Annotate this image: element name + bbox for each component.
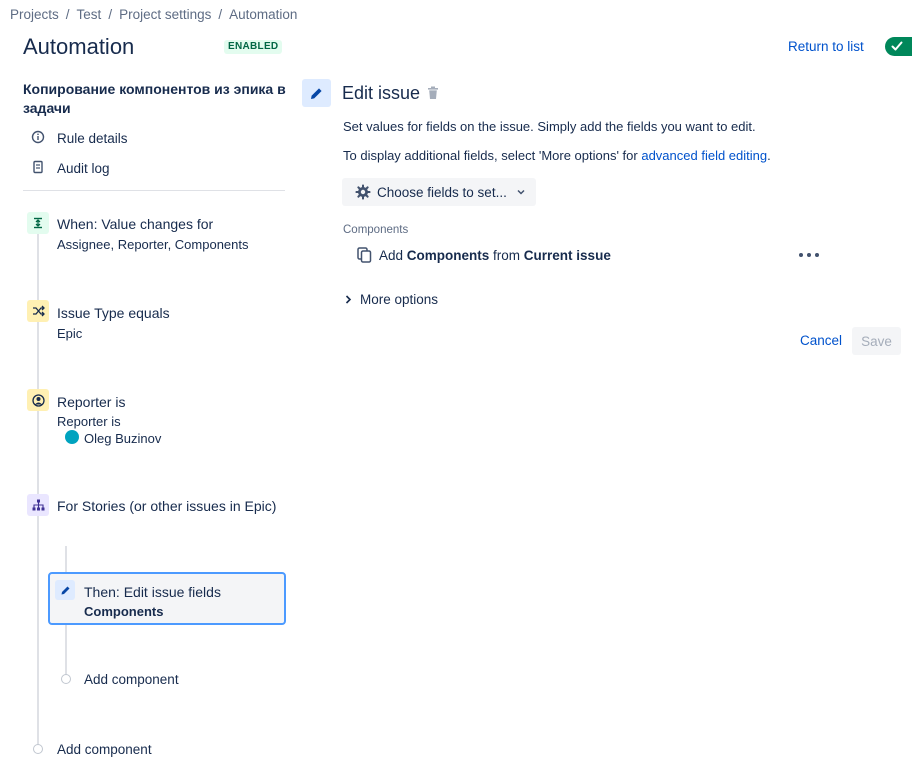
status-badge: ENABLED: [224, 40, 283, 54]
copy-icon: [357, 247, 372, 263]
components-field-value: Add Components from Current issue: [357, 247, 611, 263]
trigger-icon: [27, 212, 49, 234]
step-trigger-title[interactable]: When: Value changes for: [57, 216, 213, 232]
step-condition-reporter-user: Oleg Buzinov: [84, 431, 162, 446]
more-options-label: More options: [360, 292, 439, 307]
panel-description-advanced: To display additional fields, select 'Mo…: [343, 148, 771, 163]
sidebar-item-audit-log[interactable]: Audit log: [57, 161, 110, 176]
shuffle-icon: [27, 300, 49, 322]
panel-title: Edit issue: [342, 83, 421, 103]
comp-row-field: Components: [406, 247, 490, 263]
page-title: Automation: [23, 34, 135, 59]
choose-fields-button[interactable]: Choose fields to set...: [342, 178, 536, 206]
edit-issue-pencil-icon: [302, 79, 331, 107]
advanced-suffix: .: [767, 148, 771, 163]
more-options-toggle[interactable]: More options: [345, 292, 438, 307]
breadcrumb-project-settings[interactable]: Project settings: [119, 7, 211, 22]
breadcrumb-projects[interactable]: Projects: [10, 7, 59, 22]
chevron-right-icon: [345, 295, 352, 304]
breadcrumb-separator: /: [218, 7, 223, 22]
avatar: [65, 430, 79, 444]
comp-row-middle: from: [489, 247, 524, 263]
pencil-icon: [55, 580, 75, 600]
cancel-button[interactable]: Cancel: [796, 328, 846, 353]
trash-icon[interactable]: [427, 86, 439, 100]
step-trigger-sub: Assignee, Reporter, Components: [57, 237, 249, 252]
rule-enabled-toggle[interactable]: [885, 37, 912, 56]
add-component-outer-button[interactable]: Add component: [57, 742, 152, 757]
step-action-title: Then: Edit issue fields: [84, 584, 221, 600]
components-field-label: Components: [343, 224, 409, 236]
chevron-down-icon: [517, 189, 525, 195]
step-condition-issue-type-sub: Epic: [57, 326, 83, 341]
more-actions-icon[interactable]: [799, 248, 819, 262]
add-component-inner-button[interactable]: Add component: [84, 672, 179, 687]
comp-row-prefix: Add: [379, 247, 407, 263]
step-action-sub: Components: [84, 604, 164, 619]
add-component-dot-icon: [61, 674, 71, 684]
return-to-list-link[interactable]: Return to list: [788, 39, 864, 54]
advanced-prefix: To display additional fields, select 'Mo…: [343, 148, 642, 163]
sidebar-item-rule-details[interactable]: Rule details: [57, 131, 128, 146]
add-component-dot-icon: [33, 744, 43, 754]
choose-fields-label: Choose fields to set...: [377, 184, 507, 200]
panel-description: Set values for fields on the issue. Simp…: [343, 119, 756, 134]
step-condition-reporter-sub: Reporter is: [57, 414, 121, 429]
document-icon: [33, 160, 43, 174]
user-icon: [27, 389, 49, 411]
step-branch-title[interactable]: For Stories (or other issues in Epic): [57, 497, 282, 515]
branch-icon: [27, 494, 49, 516]
breadcrumb-separator: /: [108, 7, 113, 22]
advanced-field-editing-link[interactable]: advanced field editing: [641, 148, 767, 163]
sidebar-divider: [23, 190, 285, 191]
gear-icon: [355, 184, 371, 200]
check-icon: [891, 41, 903, 51]
step-condition-reporter-title[interactable]: Reporter is: [57, 394, 125, 410]
step-condition-issue-type-title[interactable]: Issue Type equals: [57, 305, 170, 321]
save-button[interactable]: Save: [852, 327, 901, 355]
info-icon: [31, 130, 45, 144]
breadcrumb: Projects / Test / Project settings / Automatio…: [10, 7, 297, 22]
breadcrumb-separator: /: [65, 7, 70, 22]
rule-name: Копирование компонентов из эпика в задач…: [23, 81, 286, 116]
comp-row-source: Current issue: [523, 247, 611, 263]
breadcrumb-test[interactable]: Test: [77, 7, 102, 22]
breadcrumb-automation[interactable]: Automation: [229, 7, 297, 22]
